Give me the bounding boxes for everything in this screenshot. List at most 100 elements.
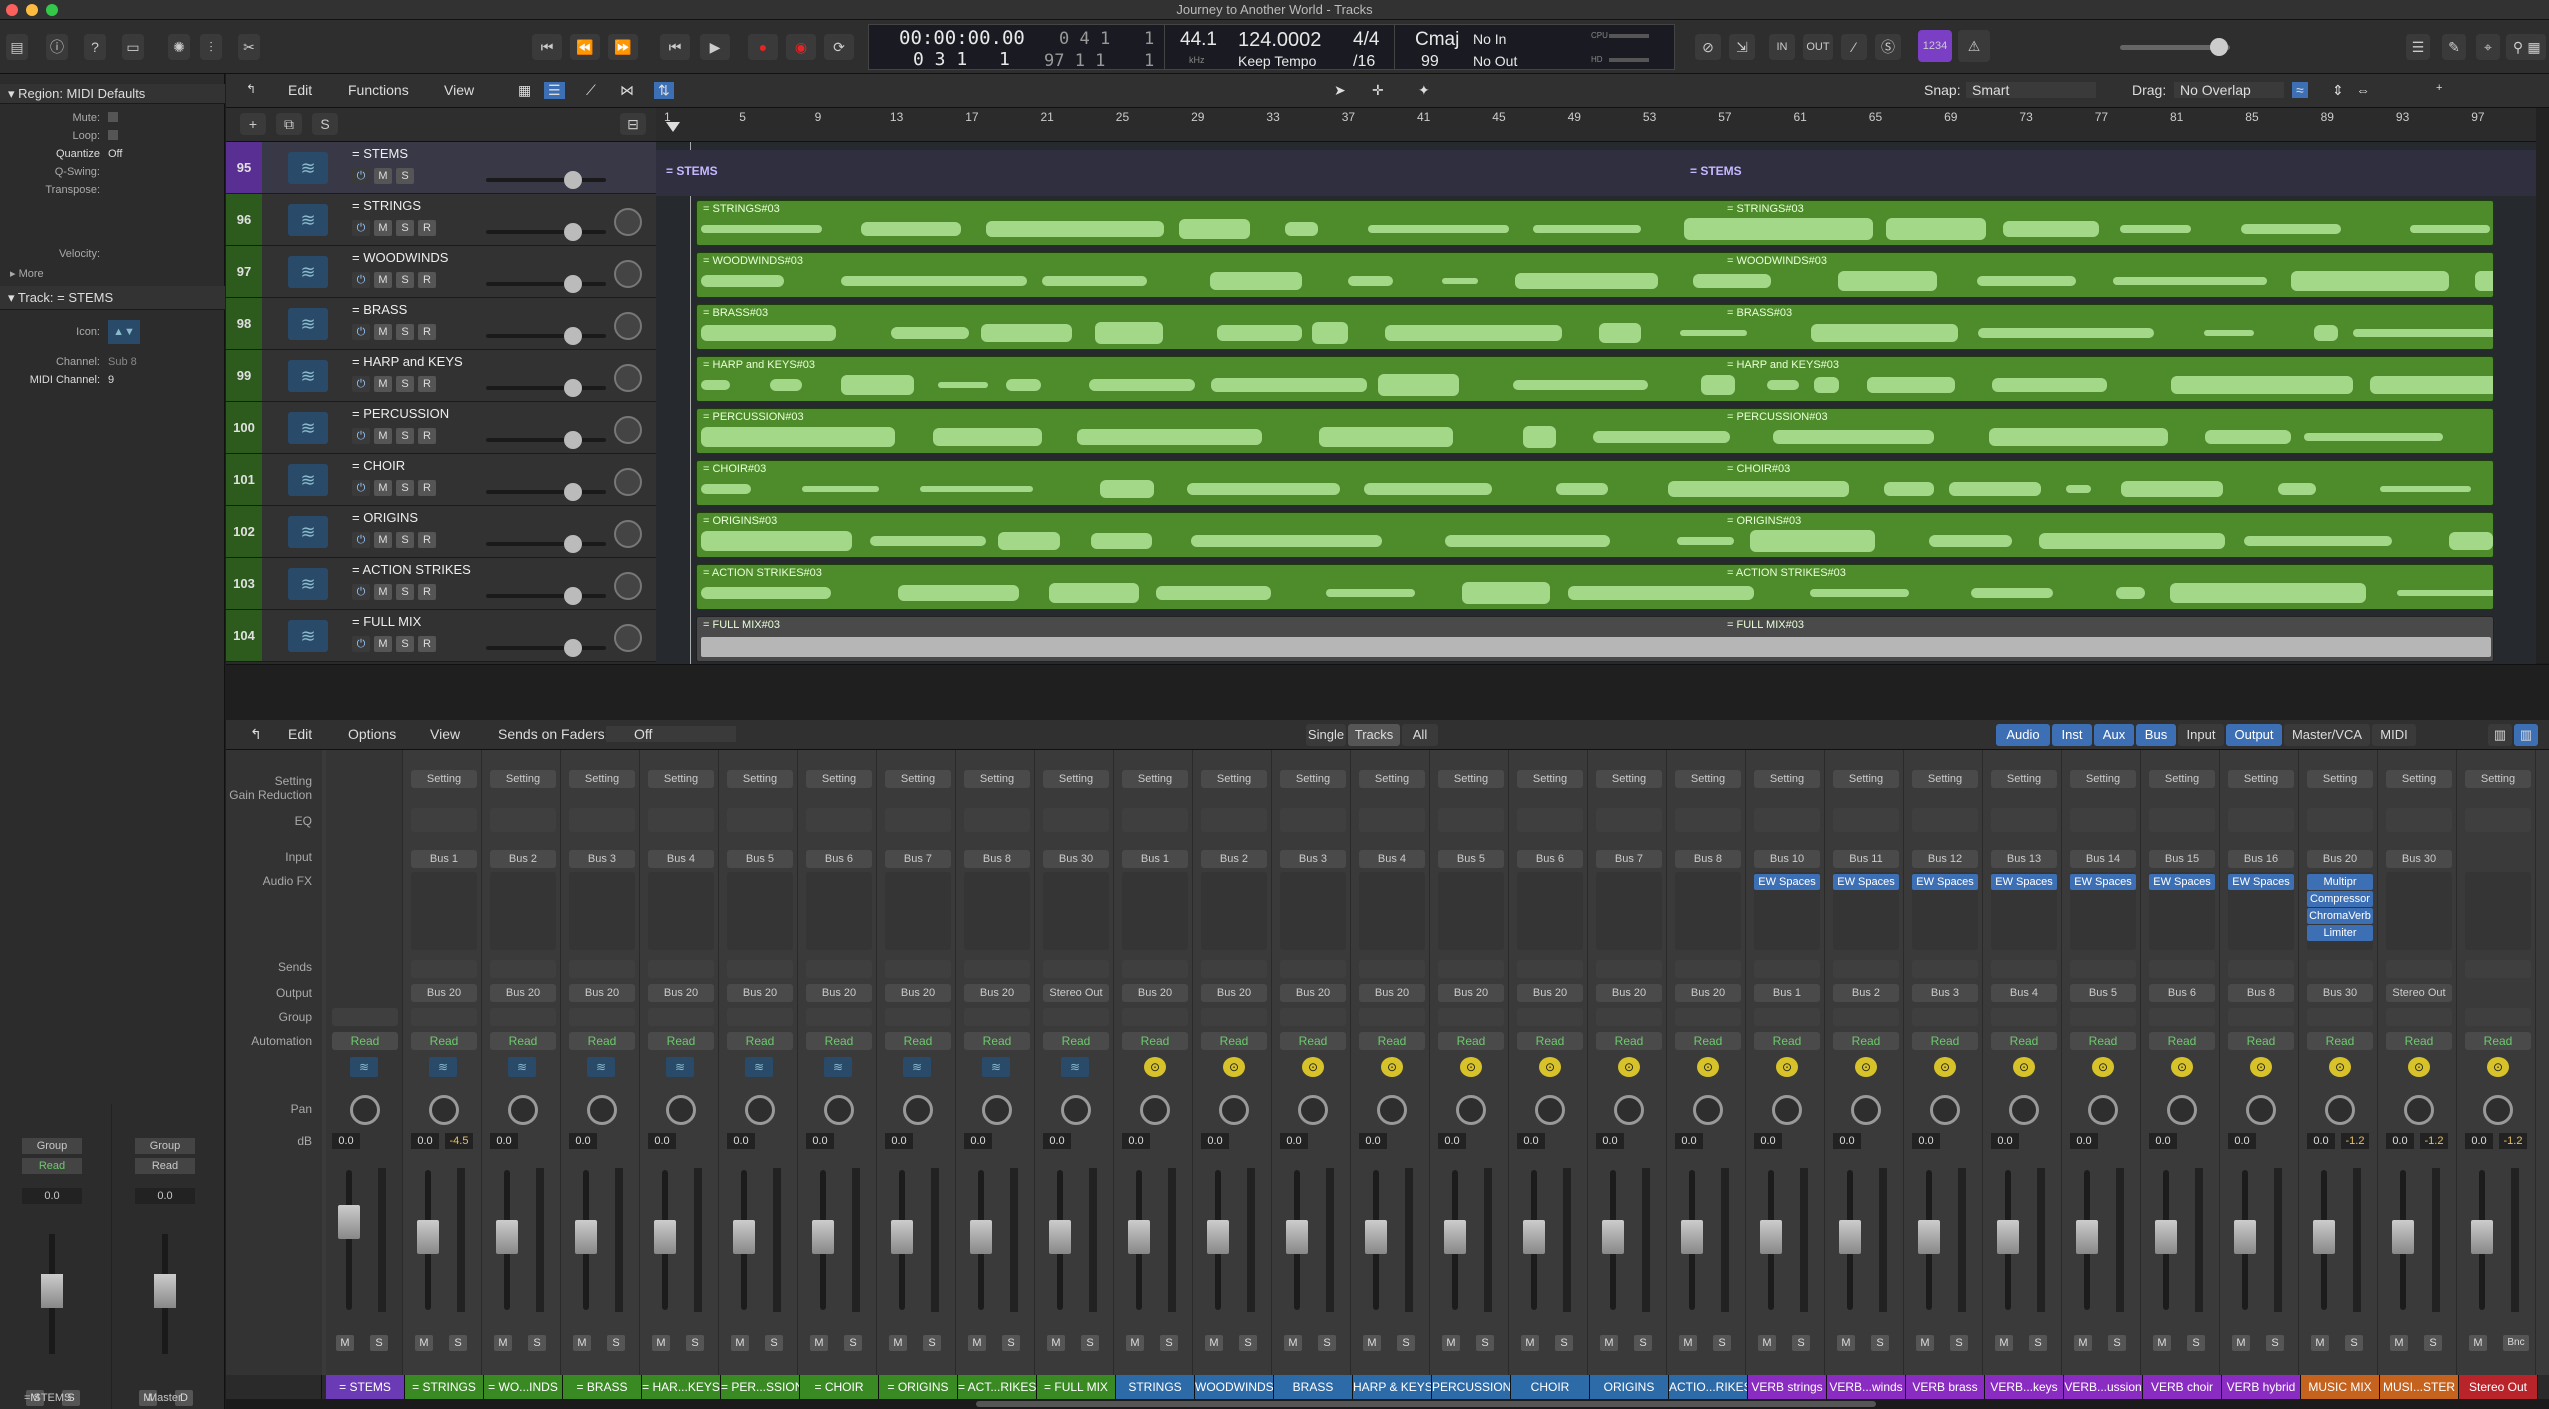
mute-button[interactable]: M [652, 1335, 670, 1351]
mixer-icon[interactable]: ⫶ [200, 34, 222, 60]
setting-button[interactable]: Setting [2070, 770, 2136, 788]
input-slot[interactable]: Bus 3 [569, 850, 635, 868]
audio-fx-area[interactable] [569, 872, 635, 950]
filter-audio[interactable]: Audio [1996, 724, 2050, 746]
channel-name[interactable]: MUSI...STER [2380, 1375, 2459, 1399]
flex-icon[interactable]: ⋈ [620, 82, 634, 99]
input-slot[interactable]: Bus 5 [1438, 850, 1504, 868]
solo-button[interactable]: S [1634, 1335, 1652, 1351]
sends-slot[interactable] [648, 960, 714, 978]
track-header-3[interactable]: 98 ≋ = BRASS ⏻ M S R [226, 298, 656, 350]
mute-checkbox[interactable] [108, 112, 118, 122]
output-slot[interactable]: Bus 8 [2228, 984, 2294, 1002]
audio-fx-plugin[interactable]: EW Spaces [1833, 874, 1899, 890]
volume-slider[interactable] [486, 334, 606, 338]
volume-knob[interactable] [564, 483, 582, 501]
solo-button[interactable]: S [1476, 1335, 1494, 1351]
library-icon[interactable]: ▤ [6, 34, 28, 60]
channel-name[interactable]: = ACT...RIKES [958, 1375, 1037, 1399]
solo-button[interactable]: S [2345, 1335, 2363, 1351]
group-slot[interactable] [1596, 1008, 1662, 1026]
record-enable-button[interactable]: R [418, 272, 436, 288]
toolbar-icon[interactable]: ▭ [122, 34, 144, 60]
volume-knob[interactable] [564, 379, 582, 397]
audio-fx-area[interactable] [1596, 872, 1662, 950]
setting-button[interactable]: Setting [727, 770, 793, 788]
input-slot[interactable]: Bus 4 [648, 850, 714, 868]
setting-button[interactable]: Setting [964, 770, 1030, 788]
channel-name[interactable]: VERB...keys [1985, 1375, 2064, 1399]
capture-record-icon[interactable]: ◉ [786, 34, 816, 60]
pan-knob[interactable] [1535, 1095, 1565, 1125]
duplicate-track-button[interactable]: ⧉ [276, 113, 302, 135]
volume-fader[interactable] [1523, 1220, 1545, 1254]
mute-button[interactable]: M [374, 272, 392, 288]
solo-button[interactable]: S [923, 1335, 941, 1351]
horizontal-zoom-icon[interactable]: ⇔ [2356, 82, 2370, 98]
pan-knob[interactable] [2483, 1095, 2513, 1125]
eq-display[interactable] [1754, 808, 1820, 832]
track-header-7[interactable]: 102 ≋ = ORIGINS ⏻ M S R [226, 506, 656, 558]
automation-icon[interactable]: ⟋ [586, 82, 596, 99]
sends-slot[interactable] [1280, 960, 1346, 978]
track-inspector-header[interactable]: ▾ Track: = STEMS [0, 286, 225, 310]
volume-knob[interactable] [564, 171, 582, 189]
mute-button[interactable]: M [573, 1335, 591, 1351]
input-slot[interactable]: Bus 7 [885, 850, 951, 868]
pan-knob[interactable] [1456, 1095, 1486, 1125]
volume-db[interactable]: 0.0 [1280, 1133, 1308, 1149]
volume-fader[interactable] [2076, 1220, 2098, 1254]
loop-browser-icon[interactable]: ⌖ [2476, 34, 2500, 60]
waveform-zoom-icon[interactable]: ≈ [2292, 82, 2308, 98]
track-header-8[interactable]: 103 ≋ = ACTION STRIKES ⏻ M S R [226, 558, 656, 610]
track-header-4[interactable]: 99 ≋ = HARP and KEYS ⏻ M S R [226, 350, 656, 402]
output-slot[interactable]: Bus 1 [1754, 984, 1820, 1002]
volume-knob[interactable] [564, 639, 582, 657]
sends-slot[interactable] [727, 960, 793, 978]
mute-button[interactable]: M [374, 584, 392, 600]
edit-menu[interactable]: Edit [288, 82, 312, 98]
channel-name[interactable]: = WO...INDS [484, 1375, 563, 1399]
audio-fx-plugin[interactable]: EW Spaces [2228, 874, 2294, 890]
record-enable-button[interactable]: R [418, 376, 436, 392]
volume-fader[interactable] [41, 1274, 63, 1308]
volume-fader[interactable] [2471, 1220, 2493, 1254]
sends-slot[interactable] [964, 960, 1030, 978]
group-slot[interactable] [648, 1008, 714, 1026]
audio-fx-area[interactable] [2465, 872, 2531, 950]
channel-name[interactable]: BRASS [1274, 1375, 1353, 1399]
automation-mode-button[interactable]: Read [885, 1032, 951, 1050]
pan-knob[interactable] [587, 1095, 617, 1125]
sends-slot[interactable] [1201, 960, 1267, 978]
pan-knob[interactable] [1772, 1095, 1802, 1125]
mute-button[interactable]: M [374, 376, 392, 392]
volume-db[interactable]: 0.0 [411, 1133, 439, 1149]
volume-fader[interactable] [417, 1220, 439, 1254]
volume-slider[interactable] [486, 386, 606, 390]
volume-db[interactable]: 0.0 [964, 1133, 992, 1149]
volume-fader[interactable] [654, 1220, 676, 1254]
automation-mode-button[interactable]: Read [806, 1032, 872, 1050]
volume-db[interactable]: 0.0 [1833, 1133, 1861, 1149]
solo-button[interactable]: S [765, 1335, 783, 1351]
mute-button[interactable]: M [1205, 1335, 1223, 1351]
view-menu[interactable]: View [444, 82, 474, 98]
volume-db[interactable]: 0.0 [490, 1133, 518, 1149]
tuner-icon[interactable]: ⁄ [1841, 34, 1867, 60]
volume-slider[interactable] [486, 230, 606, 234]
pan-knob[interactable] [666, 1095, 696, 1125]
automation-mode-button[interactable]: Read [2465, 1032, 2531, 1050]
volume-db[interactable]: 0.0 [1596, 1133, 1624, 1149]
power-icon[interactable]: ⏻ [352, 428, 370, 444]
sends-slot[interactable] [411, 960, 477, 978]
add-track-button[interactable]: + [240, 113, 266, 135]
automation-mode-button[interactable]: Read [1201, 1032, 1267, 1050]
group-slot[interactable] [1517, 1008, 1583, 1026]
quantize-value[interactable]: Off [108, 148, 122, 160]
pan-knob[interactable] [614, 312, 642, 340]
channel-name[interactable]: VERB...ussion [2064, 1375, 2143, 1399]
pan-knob[interactable] [745, 1095, 775, 1125]
volume-db[interactable]: 0.0 [1675, 1133, 1703, 1149]
channel-name[interactable]: VERB hybrid [2222, 1375, 2301, 1399]
output-slot[interactable]: Bus 20 [885, 984, 951, 1002]
